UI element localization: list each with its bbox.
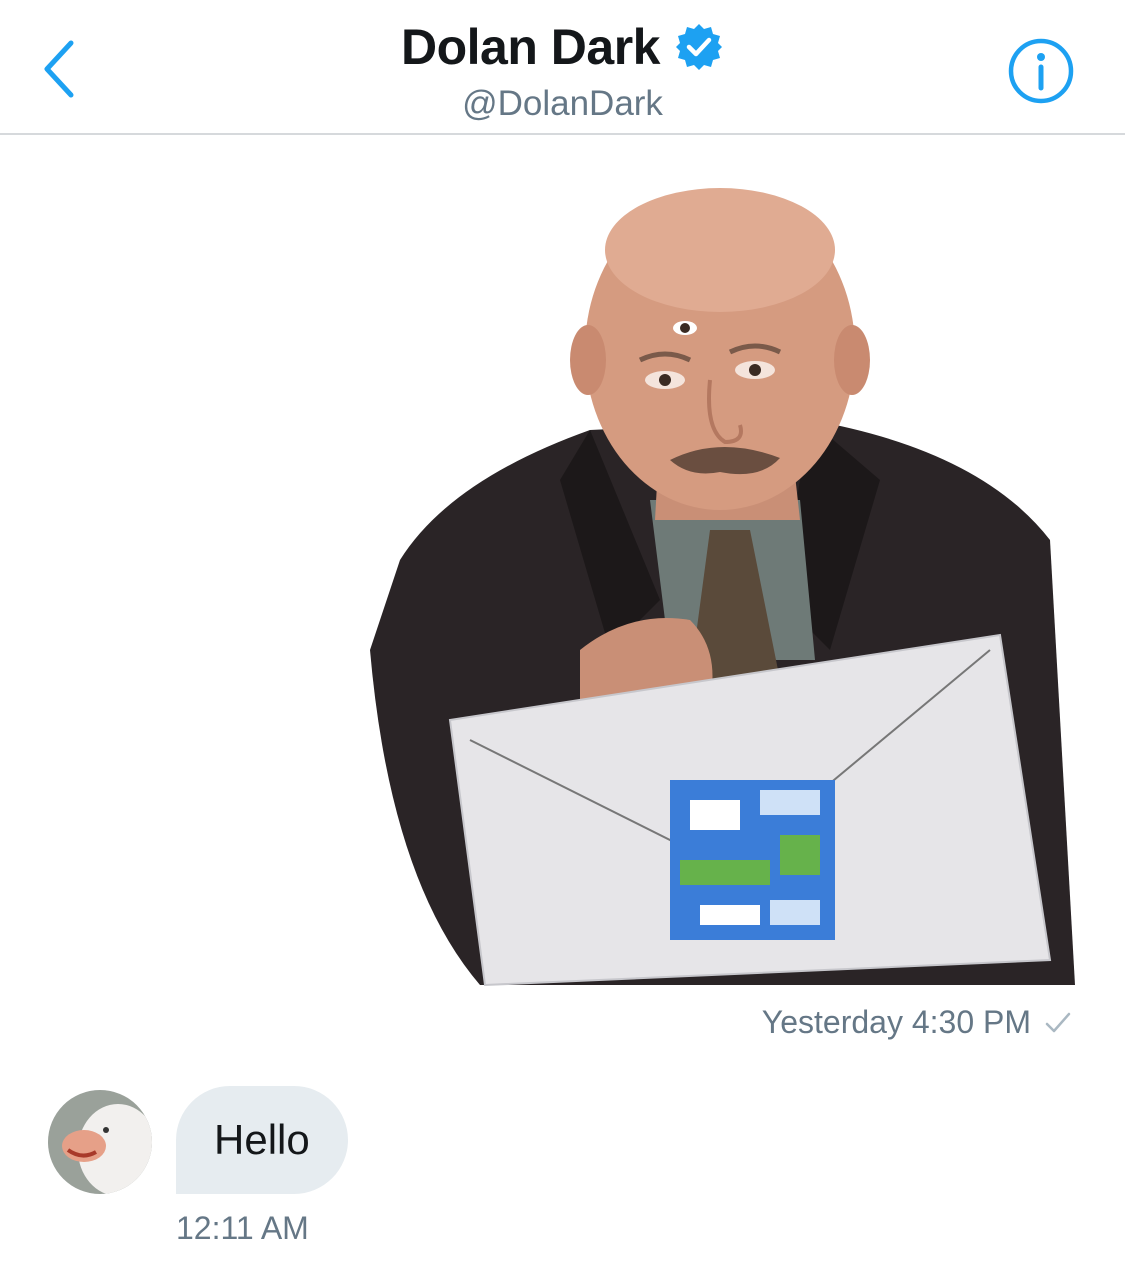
verified-badge-icon — [675, 24, 722, 70]
header-title-block: Dolan Dark @DolanDark — [0, 14, 1125, 124]
title-row: Dolan Dark — [401, 14, 724, 80]
received-timestamp: 12:11 AM — [176, 1210, 309, 1246]
info-button[interactable] — [1004, 34, 1078, 108]
info-icon — [1008, 38, 1074, 104]
avatar-image — [48, 1090, 152, 1194]
dm-conversation-screen: Dolan Dark @DolanDark Yesterday 4:30 PM … — [0, 0, 1125, 1274]
contact-handle: @DolanDark — [462, 84, 663, 123]
sender-avatar[interactable] — [48, 1090, 152, 1194]
contact-name: Dolan Dark — [401, 19, 660, 75]
sent-timestamp: Yesterday 4:30 PM — [761, 1004, 1031, 1040]
received-message-text: Hello — [214, 1116, 310, 1163]
conversation-header: Dolan Dark @DolanDark — [0, 0, 1125, 135]
received-message-bubble[interactable]: Hello — [176, 1086, 348, 1194]
sent-message-meta: Yesterday 4:30 PM — [762, 1004, 1073, 1041]
check-icon — [1045, 1012, 1071, 1032]
sent-media-message[interactable] — [360, 180, 1080, 990]
photo-sticker-image — [370, 188, 1075, 987]
